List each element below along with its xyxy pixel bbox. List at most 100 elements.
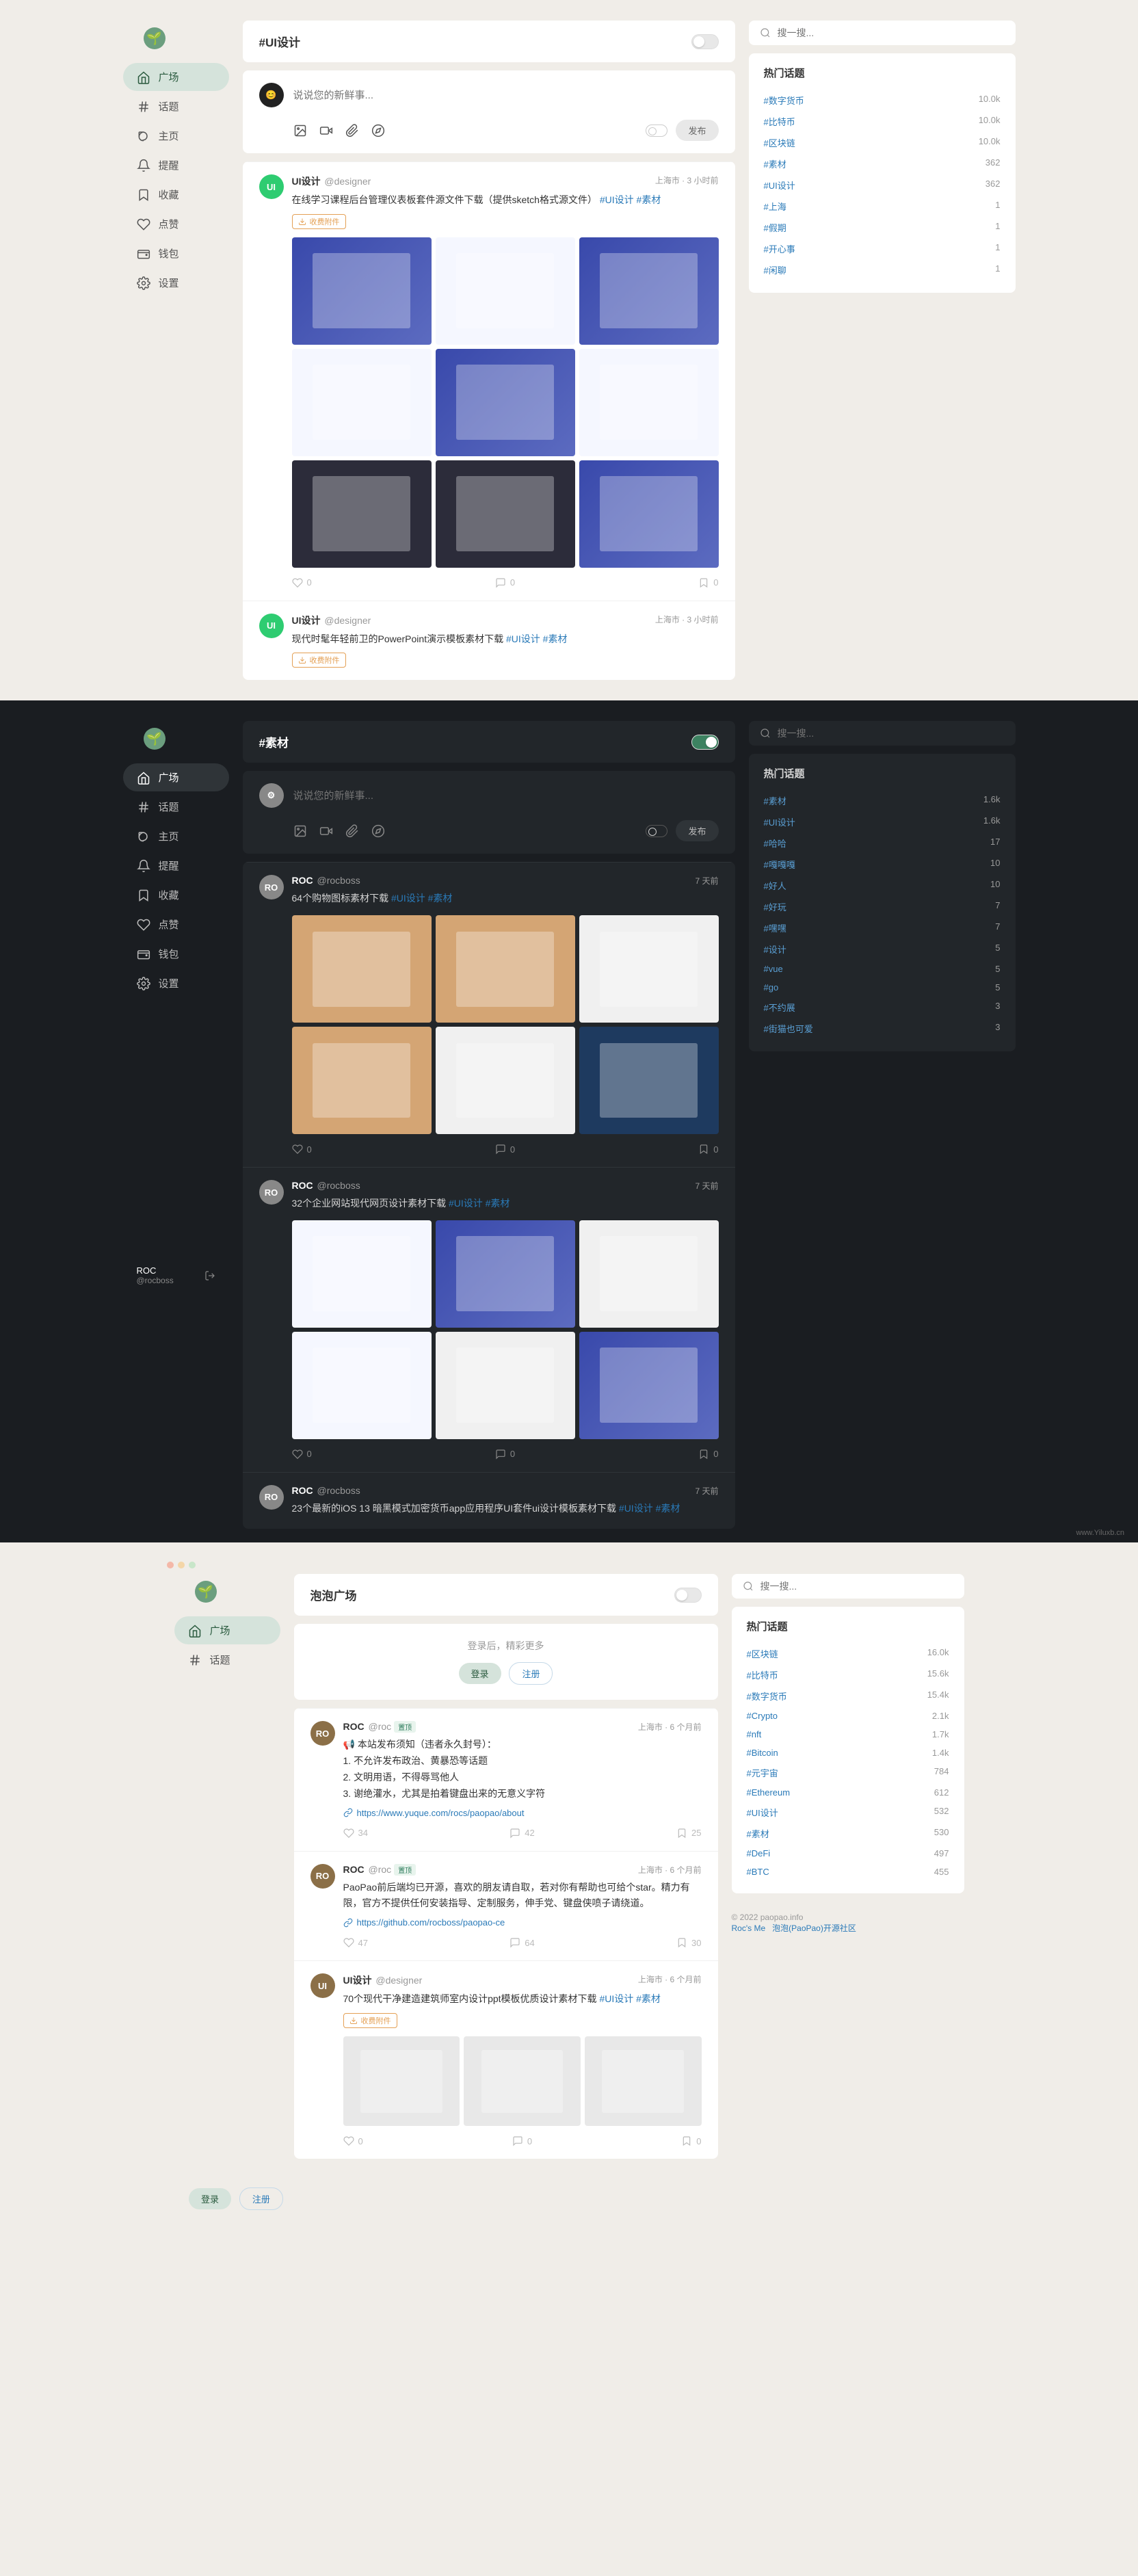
post-image[interactable] [292,237,432,345]
bookmark-button[interactable]: 0 [698,577,718,588]
user-box[interactable]: ROC @rocboss [123,1257,229,1293]
post-image[interactable] [579,1027,719,1134]
hot-topic-row[interactable]: #区块链16.0k [747,1643,949,1664]
post-image[interactable] [464,2036,581,2126]
hot-topic-row[interactable]: #设计5 [764,938,1001,960]
nav-item-hash[interactable]: 话题 [174,1646,280,1674]
tag[interactable]: #UI设计 #素材 [619,1503,680,1514]
hot-topic-row[interactable]: #闲聊1 [764,259,1001,280]
post-image[interactable] [579,237,719,345]
search-input[interactable] [778,728,1005,739]
compass-icon[interactable] [371,124,385,137]
search-input[interactable] [778,27,1005,38]
hot-topic-row[interactable]: #Bitcoin1.4k [747,1744,949,1762]
attachment-badge[interactable]: 收费附件 [292,653,346,668]
post-image[interactable] [579,460,719,568]
bookmark-button[interactable]: 25 [676,1828,701,1839]
theme-toggle[interactable] [691,735,719,750]
hot-topic-row[interactable]: #街猫也可爱3 [764,1018,1001,1039]
bookmark-button[interactable]: 30 [676,1937,701,1948]
hot-topic-row[interactable]: #数字货币10.0k [764,90,1001,111]
hot-topic-row[interactable]: #vue5 [764,960,1001,978]
hot-topic-row[interactable]: #素材362 [764,153,1001,174]
post-user[interactable]: ROC [292,1485,313,1496]
search-input[interactable] [760,1581,953,1592]
hot-topic-row[interactable]: #比特币10.0k [764,111,1001,132]
post-image[interactable] [292,460,432,568]
attachment-badge[interactable]: 收费附件 [292,214,346,229]
visibility-toggle[interactable] [646,825,667,837]
hot-topic-row[interactable]: #好玩7 [764,896,1001,917]
nav-item-bell[interactable]: 提醒 [123,151,229,179]
nav-item-wallet[interactable]: 钱包 [123,239,229,267]
nav-item-heart[interactable]: 点赞 [123,210,229,238]
nav-item-heart[interactable]: 点赞 [123,910,229,938]
bookmark-button[interactable]: 0 [681,2135,701,2146]
post-image[interactable] [436,915,575,1023]
avatar[interactable]: RO [259,875,284,899]
hot-topic-row[interactable]: #BTC455 [747,1863,949,1881]
nav-item-gear[interactable]: 设置 [123,969,229,997]
avatar[interactable]: RO [259,1180,284,1205]
nav-item-gear[interactable]: 设置 [123,269,229,297]
compass-icon[interactable] [371,824,385,838]
hot-topic-row[interactable]: #元宇宙784 [747,1762,949,1783]
post-user[interactable]: UI设计 [343,1975,372,1986]
nav-item-bell[interactable]: 提醒 [123,852,229,880]
footer-link-1[interactable]: Roc's Me [732,1923,766,1933]
hot-topic-row[interactable]: #嘿嘿7 [764,917,1001,938]
avatar[interactable]: UI [259,614,284,638]
post-image[interactable] [579,349,719,456]
nav-item-bookmark[interactable]: 收藏 [123,881,229,909]
hot-topic-row[interactable]: #素材530 [747,1823,949,1844]
hot-topic-row[interactable]: #数字货币15.4k [747,1685,949,1707]
post-image[interactable] [585,2036,702,2126]
post-image[interactable] [343,2036,460,2126]
footer-link-2[interactable]: 泡泡(PaoPao)开源社区 [772,1923,856,1933]
attachment-icon[interactable] [345,824,359,838]
hot-topic-row[interactable]: #nft1.7k [747,1725,949,1744]
publish-button[interactable]: 发布 [676,120,718,141]
hot-topic-row[interactable]: #好人10 [764,875,1001,896]
hot-topic-row[interactable]: #UI设计362 [764,174,1001,196]
avatar[interactable]: UI [259,174,284,199]
post-user[interactable]: UI设计 [292,176,321,187]
theme-toggle[interactable] [691,34,719,49]
comment-button[interactable]: 0 [495,1144,515,1155]
like-button[interactable]: 0 [292,577,312,588]
post-image[interactable] [436,1332,575,1439]
comment-button[interactable]: 0 [495,1449,515,1460]
logout-icon[interactable] [204,1270,215,1281]
login-button[interactable]: 登录 [459,1663,501,1684]
hot-topic-row[interactable]: #开心事1 [764,238,1001,259]
post-image[interactable] [579,1332,719,1439]
publish-button[interactable]: 发布 [676,820,718,841]
comment-button[interactable]: 0 [512,2135,532,2146]
hot-topic-row[interactable]: #Crypto2.1k [747,1707,949,1725]
hot-topic-row[interactable]: #上海1 [764,196,1001,217]
post-image[interactable] [436,237,575,345]
tag[interactable]: #UI设计 #素材 [391,893,452,904]
post-image[interactable] [436,460,575,568]
theme-toggle[interactable] [674,1588,702,1603]
post-image[interactable] [292,1332,432,1439]
post-image[interactable] [292,915,432,1023]
comment-button[interactable]: 0 [495,577,515,588]
post-user[interactable]: ROC [292,875,313,886]
tag[interactable]: #UI设计 #素材 [600,194,661,205]
like-button[interactable]: 0 [343,2135,363,2146]
like-button[interactable]: 0 [292,1449,312,1460]
nav-item-home[interactable]: 广场 [174,1616,280,1644]
avatar[interactable]: RO [310,1721,335,1746]
image-icon[interactable] [293,124,307,137]
attachment-icon[interactable] [345,124,359,137]
post-image[interactable] [436,349,575,456]
comment-button[interactable]: 64 [510,1937,534,1948]
like-button[interactable]: 47 [343,1937,368,1948]
video-icon[interactable] [319,824,333,838]
hot-topic-row[interactable]: #UI设计532 [747,1802,949,1823]
nav-item-hash[interactable]: 话题 [123,92,229,120]
tag[interactable]: #UI设计 #素材 [599,1993,660,2004]
post-user[interactable]: ROC [343,1864,365,1875]
hot-topic-row[interactable]: #比特币15.6k [747,1664,949,1685]
